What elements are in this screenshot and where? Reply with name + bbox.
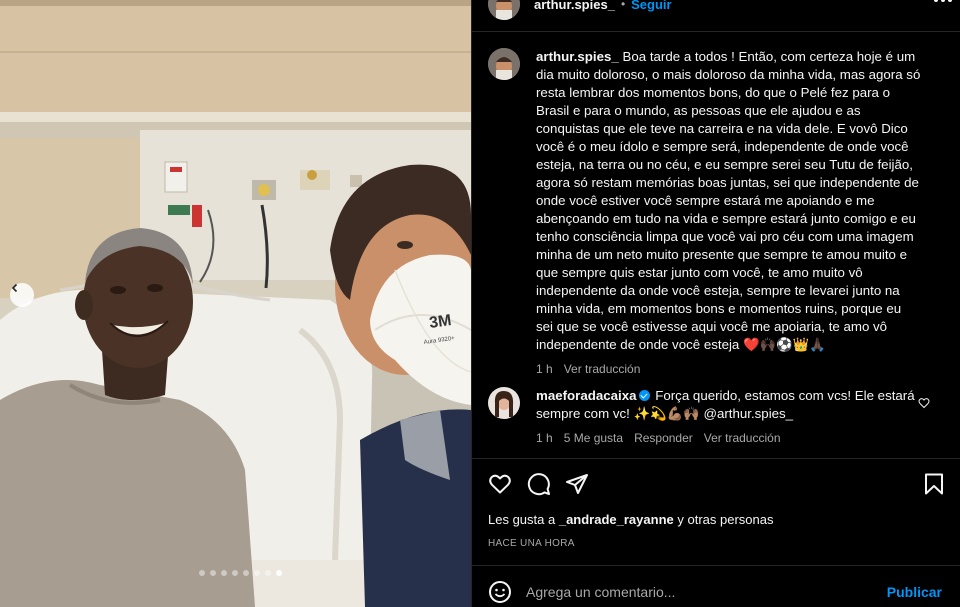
caption-username[interactable]: arthur.spies_: [536, 49, 619, 64]
divider: [472, 31, 960, 32]
comment-reply-button[interactable]: Responder: [634, 431, 693, 445]
post-caption: arthur.spies_ Boa tarde a todos ! Então,…: [488, 48, 943, 376]
header-separator: •: [620, 0, 626, 11]
send-icon[interactable]: [565, 472, 589, 496]
comment-time: 1 h: [536, 431, 553, 445]
likes-summary[interactable]: Les gusta a _andrade_rayanne y otras per…: [488, 512, 773, 527]
chevron-left-icon: [11, 283, 18, 293]
caption-translate-link[interactable]: Ver traducción: [564, 362, 641, 376]
post-timestamp[interactable]: HACE UNA HORA: [488, 538, 575, 549]
likes-user[interactable]: _andrade_rayanne: [559, 512, 674, 527]
caption-avatar[interactable]: [488, 48, 520, 80]
comment-composer: Publicar: [488, 578, 948, 606]
follow-button[interactable]: Seguir: [631, 0, 671, 12]
carousel-dot: [210, 570, 216, 576]
avatar[interactable]: [488, 0, 520, 20]
emoji-icon[interactable]: [488, 580, 512, 604]
carousel-dot: [232, 570, 238, 576]
carousel-prev-button[interactable]: [10, 283, 34, 307]
post-details-panel: arthur.spies_ • Seguir arthur.spies_ Boa…: [471, 0, 960, 607]
post-actions-bar: [488, 472, 946, 498]
verified-badge-icon: [638, 390, 650, 401]
post-header: arthur.spies_ • Seguir: [488, 0, 948, 20]
carousel-dot: [276, 570, 282, 576]
commenter-username[interactable]: maeforadacaixa: [536, 388, 637, 403]
carousel-dot: [265, 570, 271, 576]
post-author-username[interactable]: arthur.spies_: [534, 0, 615, 12]
comment-icon[interactable]: [527, 472, 551, 496]
comment-translate-link[interactable]: Ver traducción: [704, 431, 781, 445]
comment-item: maeforadacaixa Força querido, estamos co…: [488, 387, 948, 445]
mask-brand-text: 3M: [428, 312, 452, 332]
divider: [472, 458, 960, 459]
carousel-dot: [221, 570, 227, 576]
carousel-dot: [254, 570, 260, 576]
heart-icon[interactable]: [488, 472, 512, 496]
more-options-icon[interactable]: [934, 0, 952, 2]
bookmark-icon[interactable]: [922, 472, 946, 496]
commenter-avatar[interactable]: [488, 387, 520, 419]
likes-suffix[interactable]: y otras personas: [677, 512, 773, 527]
comment-likes-count[interactable]: 5 Me gusta: [564, 431, 623, 445]
caption-text: Boa tarde a todos ! Então, com certeza h…: [536, 49, 921, 352]
carousel-dot: [243, 570, 249, 576]
publish-button[interactable]: Publicar: [887, 584, 942, 600]
divider: [472, 565, 960, 566]
post-photo[interactable]: 3M Aura 9320+: [0, 0, 471, 607]
hospital-selfie-image: 3M Aura 9320+: [0, 0, 471, 607]
carousel-indicator: [199, 570, 282, 576]
likes-prefix: Les gusta a: [488, 512, 556, 527]
caption-time: 1 h: [536, 362, 553, 376]
comment-input[interactable]: [526, 584, 866, 600]
carousel-dot: [199, 570, 205, 576]
comment-like-heart-icon[interactable]: [918, 397, 930, 409]
